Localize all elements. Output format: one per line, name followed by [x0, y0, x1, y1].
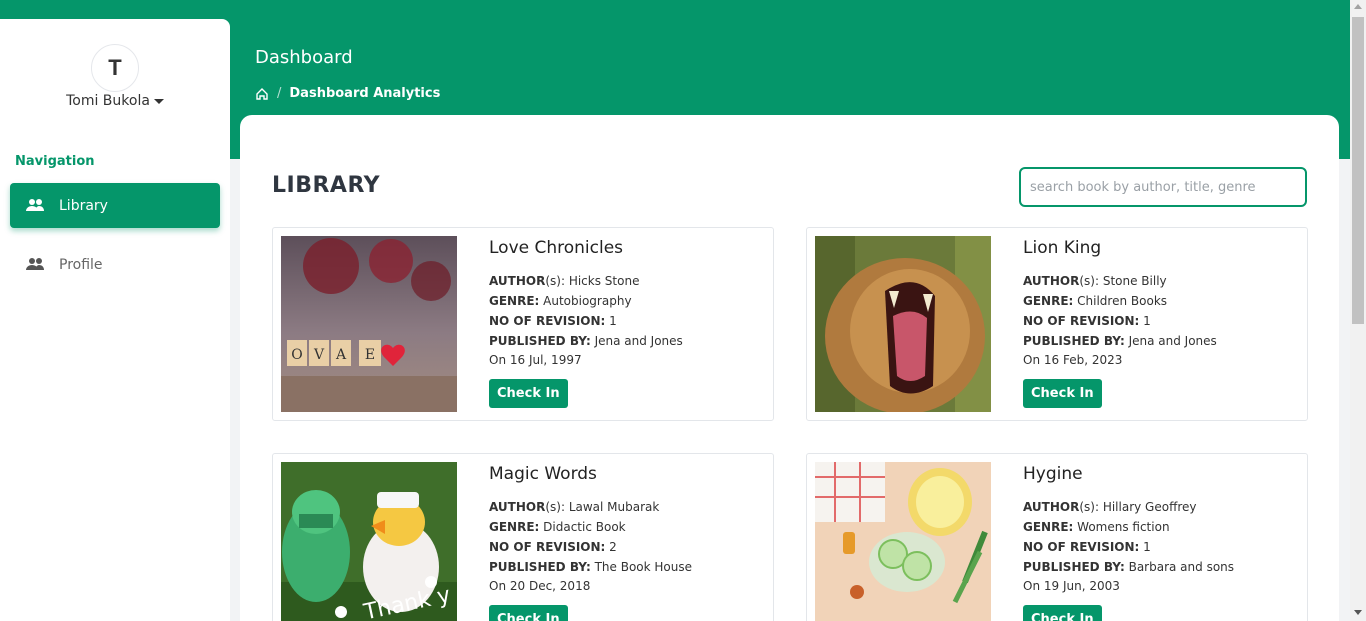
book-author: AUTHOR(s): Hillary Geoffrey	[1023, 500, 1197, 514]
breadcrumb: / Dashboard Analytics	[255, 86, 440, 101]
check-in-button[interactable]: Check In	[489, 605, 568, 621]
library-title: LIBRARY	[272, 173, 381, 198]
book-title: Hygine	[1023, 464, 1083, 484]
users-icon	[26, 257, 44, 270]
scroll-up-arrow-icon[interactable]	[1354, 4, 1362, 9]
book-title: Magic Words	[489, 464, 597, 484]
book-author: AUTHOR(s): Lawal Mubarak	[489, 500, 660, 514]
book-cover-image	[815, 236, 991, 412]
scroll-down-arrow-icon[interactable]	[1354, 610, 1362, 615]
avatar[interactable]: T	[91, 44, 139, 92]
scrollbar-thumb[interactable]	[1352, 17, 1364, 324]
book-publisher: PUBLISHED BY: The Book House	[489, 560, 693, 574]
sidebar-item-library[interactable]: Library	[10, 183, 220, 228]
book-genre: GENRE: Didactic Book	[489, 520, 626, 534]
book-cover-image	[815, 462, 991, 621]
book-author: AUTHOR(s): Hicks Stone	[489, 274, 640, 288]
book-genre: GENRE: Children Books	[1023, 294, 1168, 308]
search-input[interactable]	[1019, 167, 1307, 207]
breadcrumb-current: Dashboard Analytics	[289, 86, 441, 101]
check-in-button[interactable]: Check In	[1023, 379, 1102, 408]
nav-heading: Navigation	[15, 154, 95, 169]
book-revision: NO OF REVISION: 1	[1023, 540, 1151, 554]
home-icon[interactable]	[255, 87, 269, 101]
book-genre: GENRE: Womens fiction	[1023, 520, 1170, 534]
book-revision: NO OF REVISION: 1	[489, 314, 617, 328]
check-in-button[interactable]: Check In	[489, 379, 568, 408]
sidebar: T Tomi Bukola Navigation Library Profile	[0, 19, 230, 621]
library-panel: LIBRARY O V A E Love Chronicles AUTHOR(s…	[240, 115, 1339, 621]
users-icon	[26, 198, 44, 211]
book-cover-image: O V A E	[281, 236, 457, 412]
book-date: On 16 Feb, 2023	[1023, 353, 1123, 367]
book-publisher: PUBLISHED BY: Jena and Jones	[489, 334, 683, 348]
book-author: AUTHOR(s): Stone Billy	[1023, 274, 1167, 288]
book-date: On 20 Dec, 2018	[489, 579, 591, 593]
svg-text:O: O	[291, 347, 302, 363]
page-scrollbar[interactable]	[1350, 0, 1366, 621]
book-cover-image: Thank y	[281, 462, 457, 621]
breadcrumb-separator: /	[277, 86, 282, 101]
sidebar-item-label: Profile	[59, 256, 103, 273]
book-date: On 16 Jul, 1997	[489, 353, 582, 367]
book-publisher: PUBLISHED BY: Jena and Jones	[1023, 334, 1217, 348]
user-menu[interactable]: Tomi Bukola	[0, 93, 230, 109]
book-card: Hygine AUTHOR(s): Hillary Geoffrey GENRE…	[806, 453, 1308, 621]
user-name: Tomi Bukola	[66, 93, 150, 109]
book-title: Lion King	[1023, 238, 1102, 258]
book-genre: GENRE: Autobiography	[489, 294, 632, 308]
book-card: Thank y Magic Words AUTHOR(s): Lawal Mub…	[272, 453, 774, 621]
book-publisher: PUBLISHED BY: Barbara and sons	[1023, 560, 1235, 574]
book-card: Lion King AUTHOR(s): Stone Billy GENRE: …	[806, 227, 1308, 421]
book-revision: NO OF REVISION: 2	[489, 540, 617, 554]
svg-text:V: V	[313, 347, 325, 363]
book-revision: NO OF REVISION: 1	[1023, 314, 1151, 328]
svg-text:A: A	[335, 347, 347, 363]
check-in-button[interactable]: Check In	[1023, 605, 1102, 621]
sidebar-item-label: Library	[59, 197, 108, 214]
book-card: O V A E Love Chronicles AUTHOR(s): Hicks…	[272, 227, 774, 421]
book-date: On 19 Jun, 2003	[1023, 579, 1120, 593]
caret-down-icon	[153, 98, 164, 104]
sidebar-item-profile[interactable]: Profile	[10, 242, 220, 287]
book-title: Love Chronicles	[489, 238, 624, 258]
page-title: Dashboard	[255, 47, 353, 68]
svg-text:E: E	[365, 347, 375, 363]
